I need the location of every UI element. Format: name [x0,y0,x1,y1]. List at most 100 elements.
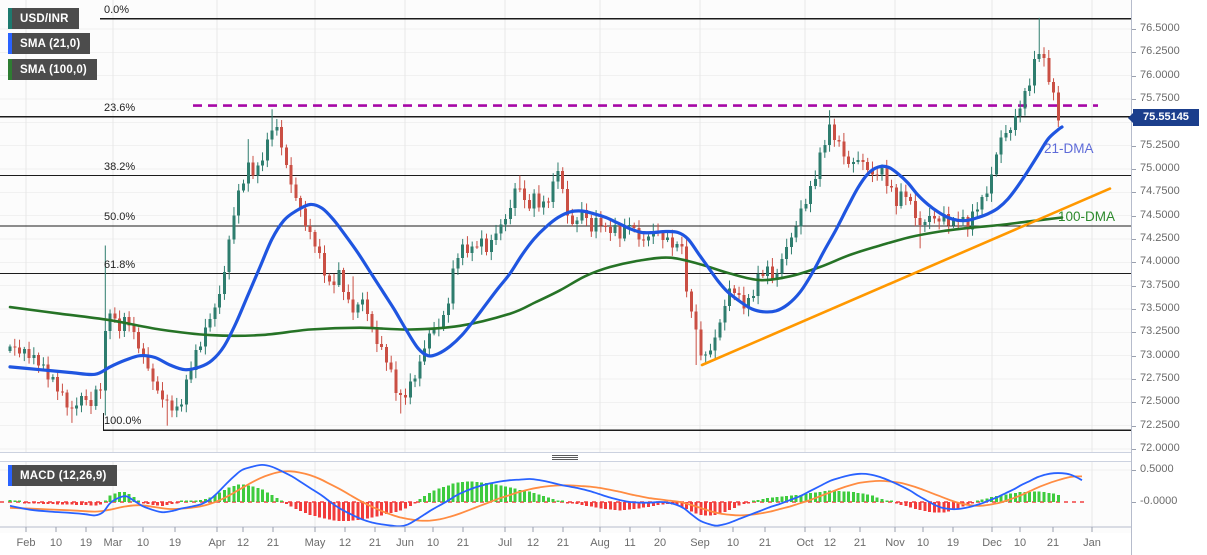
macd-histogram-bar [885,500,889,502]
time-tick-label: 21 [758,537,772,549]
candle-body [675,243,679,248]
sma100-line-label: 100-DMA [1058,209,1116,224]
macd-badge-label: MACD (12,26,9) [20,469,107,482]
candle-body [575,220,579,224]
price-tick-mark [1132,449,1136,450]
candle-body [13,346,17,348]
time-tick-label: Jul [497,537,513,549]
macd-histogram-bar [465,481,469,502]
macd-histogram-bar [1056,495,1060,502]
candle-body [37,355,41,366]
sma21-badge[interactable]: SMA (21,0) [8,33,91,54]
time-axis[interactable]: Feb 10 19 Mar 10 19 Apr 12 21 May 12 21 Jun 10 21 Jul 12… [0,533,1207,555]
macd-histogram-bar [718,502,722,514]
candle-body [551,181,555,202]
candle-body [837,140,841,142]
macd-histogram-bar [470,481,474,502]
macd-histogram-bar [618,502,622,511]
price-tick-label: 73.7500 [1140,279,1180,291]
macd-histogram-bar [294,502,298,509]
time-tick-label: 10 [136,537,150,549]
macd-histogram-bar [413,502,417,504]
pane-resize-handle-icon[interactable] [552,454,578,461]
last-price-value: 75.55145 [1143,111,1189,123]
price-tick-label: 75.2500 [1140,139,1180,151]
price-tick-mark [1132,502,1136,503]
price-tick-label: 72.2500 [1140,419,1180,431]
price-tick-mark [1132,470,1136,471]
candle-body [170,400,174,411]
macd-histogram-bar [141,502,145,504]
price-tick-label: 72.7500 [1140,372,1180,384]
macd-histogram-bar [180,500,184,502]
candle-body [213,307,217,320]
candle-body [375,327,379,344]
candle-body [265,139,269,161]
candle-body [923,222,927,226]
candle-body [904,191,908,197]
macd-histogram-bar [346,502,350,521]
pane-separator[interactable] [0,452,1131,462]
symbol-badge[interactable]: USD/INR [8,8,79,29]
macd-histogram-bar [165,502,169,505]
price-tick-mark [1132,76,1136,77]
price-tick-label: 72.0000 [1140,442,1180,454]
price-tick-mark [1132,146,1136,147]
candle-body [761,274,765,276]
candle-body [75,405,79,409]
candle-body [532,193,536,209]
macd-histogram-bar [513,488,517,502]
candle-body [103,330,107,391]
time-tick-label: Feb [16,537,36,549]
macd-histogram-bar [1047,492,1051,502]
macd-histogram-bar [22,502,26,504]
time-tick-label: Sep [690,537,710,549]
candle-body [985,193,989,198]
candle-body [60,391,64,393]
candle-body [932,215,936,219]
time-tick-label: 21 [853,537,867,549]
price-tick-mark [1132,309,1136,310]
macd-histogram-bar [851,492,855,502]
candle-body [613,224,617,233]
candle-body [909,196,913,202]
macd-histogram-bar [194,500,198,502]
candle-body [342,269,346,292]
macd-histogram-bar [160,502,164,507]
price-tick-label: 73.2500 [1140,325,1180,337]
candle-body [823,144,827,153]
candle-body [832,124,836,141]
candle-body [1052,81,1056,93]
candle-body [99,389,103,391]
macd-histogram-bar [246,485,250,502]
macd-histogram-bar [756,499,760,502]
candle-body [694,311,698,330]
price-tick-mark [1132,52,1136,53]
macd-badge[interactable]: MACD (12,26,9) [8,465,117,486]
candle-body [680,243,684,247]
time-tick-label: 12 [338,537,352,549]
price-axis[interactable]: 75.55145 76.5000 76.2500 76.0000 75.7500 75.… [1128,0,1207,555]
macd-histogram-bar [723,502,727,513]
candle-body [318,246,322,253]
candle-body [999,137,1003,155]
candle-body [89,399,93,407]
time-tick-label: 10 [1013,537,1027,549]
candle-body [699,329,703,356]
candle-body [451,268,455,304]
candle-body [632,224,636,228]
candle-body [937,218,941,222]
time-tick-label: 21 [456,537,470,549]
macd-histogram-bar [32,502,36,504]
macd-histogram-bar [608,502,612,510]
candle-body [313,232,317,247]
macd-histogram-bar [70,502,74,505]
macd-histogram-bar [475,481,479,502]
candle-body [642,239,646,241]
candle-body [523,188,527,200]
candle-body [232,215,236,240]
candle-body [842,141,846,157]
sma100-badge[interactable]: SMA (100,0) [8,59,97,80]
macd-histogram-bar [532,493,536,502]
candle-body [570,215,574,224]
